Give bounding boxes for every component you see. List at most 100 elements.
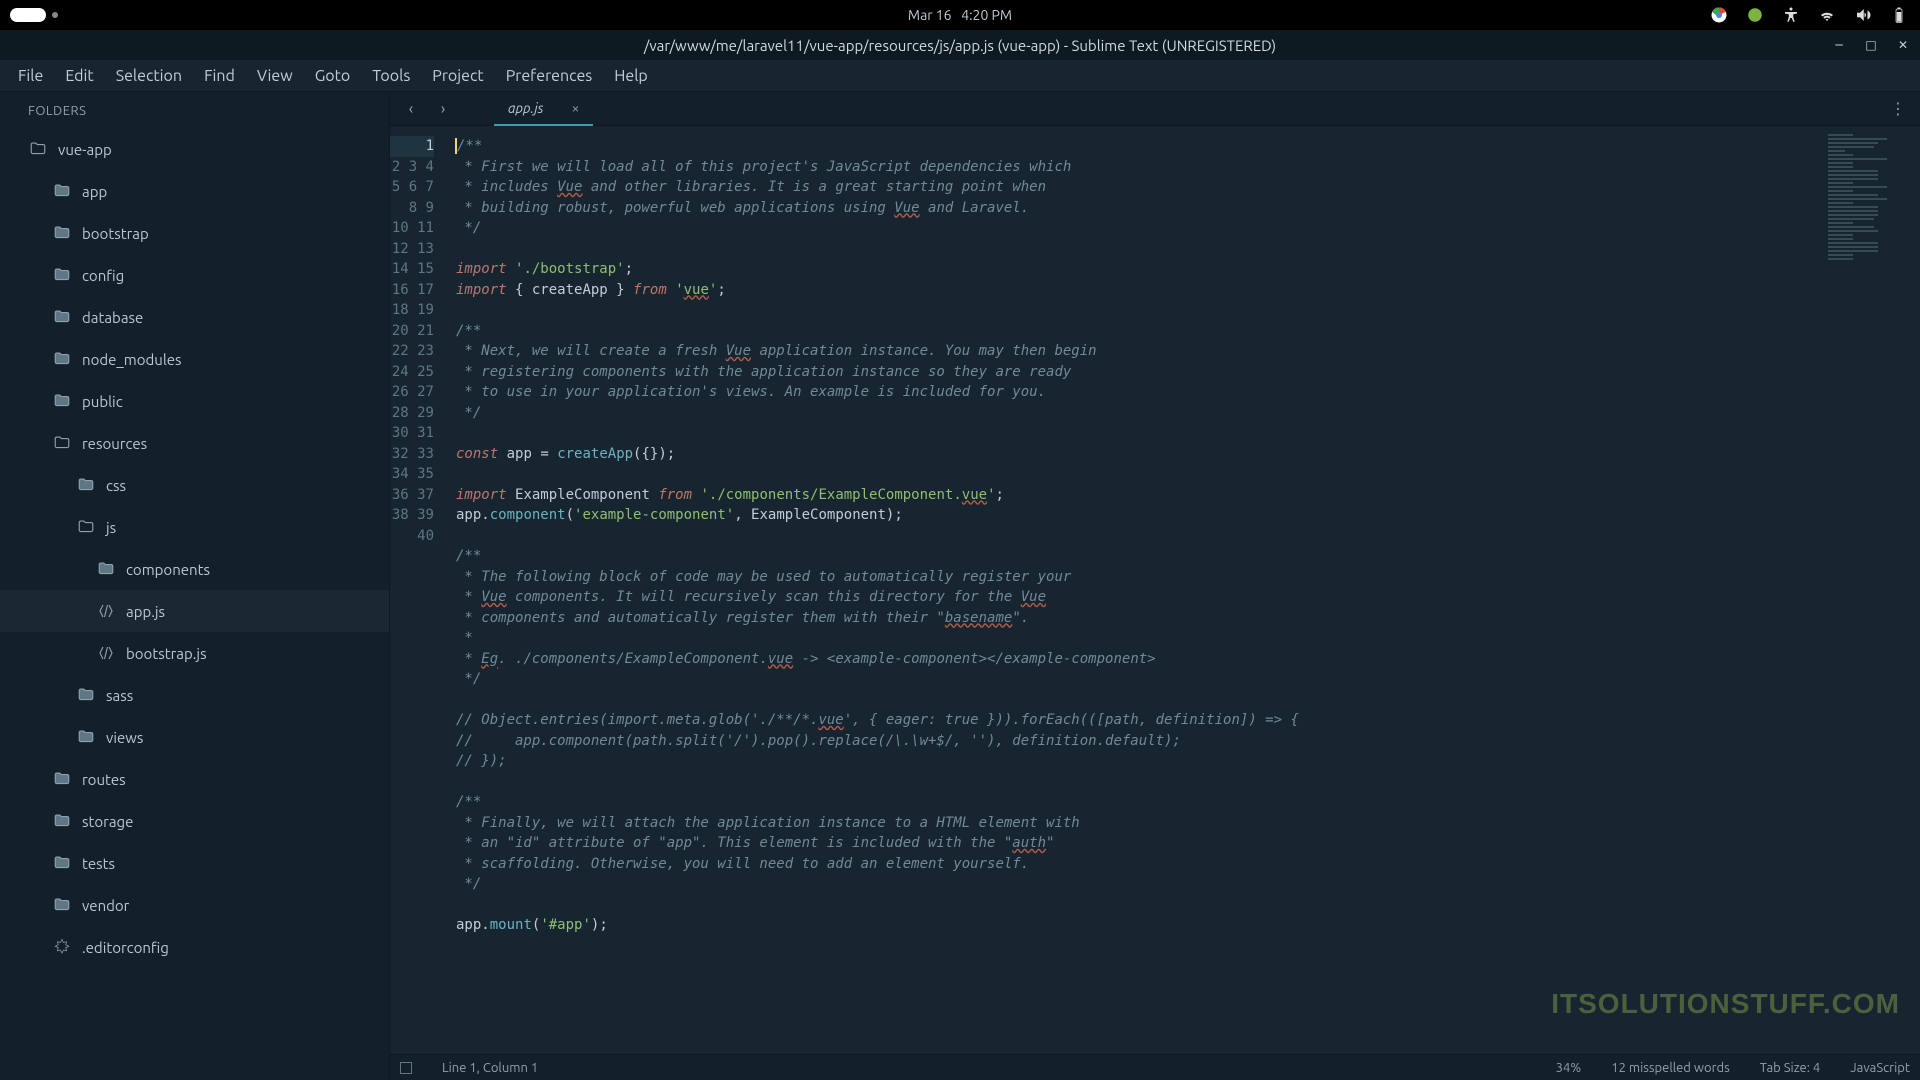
menu-help[interactable]: Help [604, 63, 658, 89]
code-view[interactable]: 1 2 3 4 5 6 7 8 9 10 11 12 13 14 15 16 1… [390, 126, 1920, 1054]
sublime-window: /var/www/me/laravel11/vue-app/resources/… [0, 30, 1920, 1080]
minimize-button[interactable]: ─ [1832, 38, 1846, 52]
folder-icon [52, 391, 72, 411]
tree-item-label: views [106, 729, 143, 746]
activities-pill[interactable] [10, 8, 46, 22]
menu-file[interactable]: File [8, 63, 53, 89]
tree-item-label: css [106, 477, 126, 494]
tree-item-label: resources [82, 435, 147, 452]
tree-item-app-js[interactable]: app.js [0, 590, 389, 632]
wifi-icon[interactable] [1818, 6, 1836, 24]
tab-overflow-icon[interactable]: ⋮ [1890, 99, 1908, 118]
menu-preferences[interactable]: Preferences [496, 63, 603, 89]
tree-item-components[interactable]: components [0, 548, 389, 590]
tree-item-label: app [82, 183, 107, 200]
tree-item-bootstrap[interactable]: bootstrap [0, 212, 389, 254]
editor-area: ‹ › app.js × ⋮ 1 2 3 4 5 6 7 8 9 10 11 1… [390, 92, 1920, 1080]
tree-item-config[interactable]: config [0, 254, 389, 296]
tree-item-views[interactable]: views [0, 716, 389, 758]
tree-item-routes[interactable]: routes [0, 758, 389, 800]
menu-find[interactable]: Find [194, 63, 245, 89]
window-title: /var/www/me/laravel11/vue-app/resources/… [644, 37, 1276, 54]
sidebar: FOLDERS vue-app app bootstrap config databas… [0, 92, 390, 1080]
menu-goto[interactable]: Goto [305, 63, 361, 89]
js-icon [96, 643, 116, 663]
line-gutter: 1 2 3 4 5 6 7 8 9 10 11 12 13 14 15 16 1… [390, 126, 450, 1054]
status-tabsize[interactable]: Tab Size: 4 [1760, 1061, 1821, 1075]
file-settings-icon [52, 937, 72, 957]
status-position[interactable]: Line 1, Column 1 [442, 1061, 538, 1075]
status-syntax[interactable]: JavaScript [1850, 1061, 1910, 1075]
tree-item-resources[interactable]: resources [0, 422, 389, 464]
tree-item-label: config [82, 267, 124, 284]
close-button[interactable]: ✕ [1896, 38, 1910, 52]
tree-item-label: components [126, 561, 210, 578]
update-icon[interactable] [1746, 6, 1764, 24]
tree-item-database[interactable]: database [0, 296, 389, 338]
menu-edit[interactable]: Edit [55, 63, 103, 89]
status-zoom[interactable]: 34% [1556, 1061, 1582, 1075]
tree-item-label: js [106, 519, 116, 536]
system-topbar: Mar 16 4:20 PM [0, 0, 1920, 30]
folder-icon [52, 349, 72, 369]
panel-toggle-icon[interactable] [400, 1062, 412, 1074]
clock[interactable]: Mar 16 4:20 PM [908, 7, 1012, 23]
titlebar: /var/www/me/laravel11/vue-app/resources/… [0, 30, 1920, 60]
watermark: ITSOLUTIONSTUFF.COM [1551, 988, 1900, 1020]
menu-project[interactable]: Project [422, 63, 493, 89]
tree-item--editorconfig[interactable]: .editorconfig [0, 926, 389, 968]
tree-item-sass[interactable]: sass [0, 674, 389, 716]
tree-item-node-modules[interactable]: node_modules [0, 338, 389, 380]
tree-item-label: tests [82, 855, 115, 872]
menubar: FileEditSelectionFindViewGotoToolsProjec… [0, 60, 1920, 92]
folder-icon [76, 685, 96, 705]
tree-item-app[interactable]: app [0, 170, 389, 212]
folder-open-icon [28, 139, 48, 159]
tab-label: app.js [508, 100, 544, 116]
folder-tree: vue-app app bootstrap config database node_mo… [0, 128, 389, 1080]
code-content[interactable]: /** * First we will load all of this pro… [450, 126, 1820, 1054]
tree-item-css[interactable]: css [0, 464, 389, 506]
tree-item-label: bootstrap [82, 225, 149, 242]
tree-item-vue-app[interactable]: vue-app [0, 128, 389, 170]
minimap[interactable] [1820, 126, 1920, 1054]
tree-item-label: bootstrap.js [126, 645, 207, 662]
tabbar: ‹ › app.js × ⋮ [390, 92, 1920, 126]
folder-icon [52, 811, 72, 831]
menu-tools[interactable]: Tools [362, 63, 420, 89]
tree-item-bootstrap-js[interactable]: bootstrap.js [0, 632, 389, 674]
tree-item-storage[interactable]: storage [0, 800, 389, 842]
nav-back-icon[interactable]: ‹ [400, 98, 422, 120]
folder-icon [52, 223, 72, 243]
tree-item-public[interactable]: public [0, 380, 389, 422]
statusbar: Line 1, Column 1 34% 12 misspelled words… [390, 1054, 1920, 1080]
folder-icon [76, 475, 96, 495]
status-spell[interactable]: 12 misspelled words [1611, 1061, 1730, 1075]
js-icon [96, 601, 116, 621]
folder-icon [76, 727, 96, 747]
menu-view[interactable]: View [247, 63, 303, 89]
accessibility-icon[interactable] [1782, 6, 1800, 24]
tree-item-label: app.js [126, 603, 165, 620]
tree-item-js[interactable]: js [0, 506, 389, 548]
menu-selection[interactable]: Selection [106, 63, 192, 89]
tree-item-label: vue-app [58, 141, 112, 158]
folder-icon [52, 307, 72, 327]
tree-item-vendor[interactable]: vendor [0, 884, 389, 926]
nav-forward-icon[interactable]: › [432, 98, 454, 120]
tree-item-tests[interactable]: tests [0, 842, 389, 884]
tab-close-icon[interactable]: × [572, 100, 580, 116]
folder-icon [96, 559, 116, 579]
maximize-button[interactable]: □ [1864, 38, 1878, 52]
folder-open-icon [76, 517, 96, 537]
battery-icon[interactable] [1890, 6, 1908, 24]
folders-header: FOLDERS [0, 92, 389, 128]
tree-item-label: sass [106, 687, 133, 704]
folder-icon [52, 769, 72, 789]
folder-icon [52, 895, 72, 915]
chrome-icon[interactable] [1710, 6, 1728, 24]
volume-icon[interactable] [1854, 6, 1872, 24]
tab-app-js[interactable]: app.js × [494, 92, 593, 126]
tree-item-label: node_modules [82, 351, 182, 368]
tree-item-label: vendor [82, 897, 129, 914]
